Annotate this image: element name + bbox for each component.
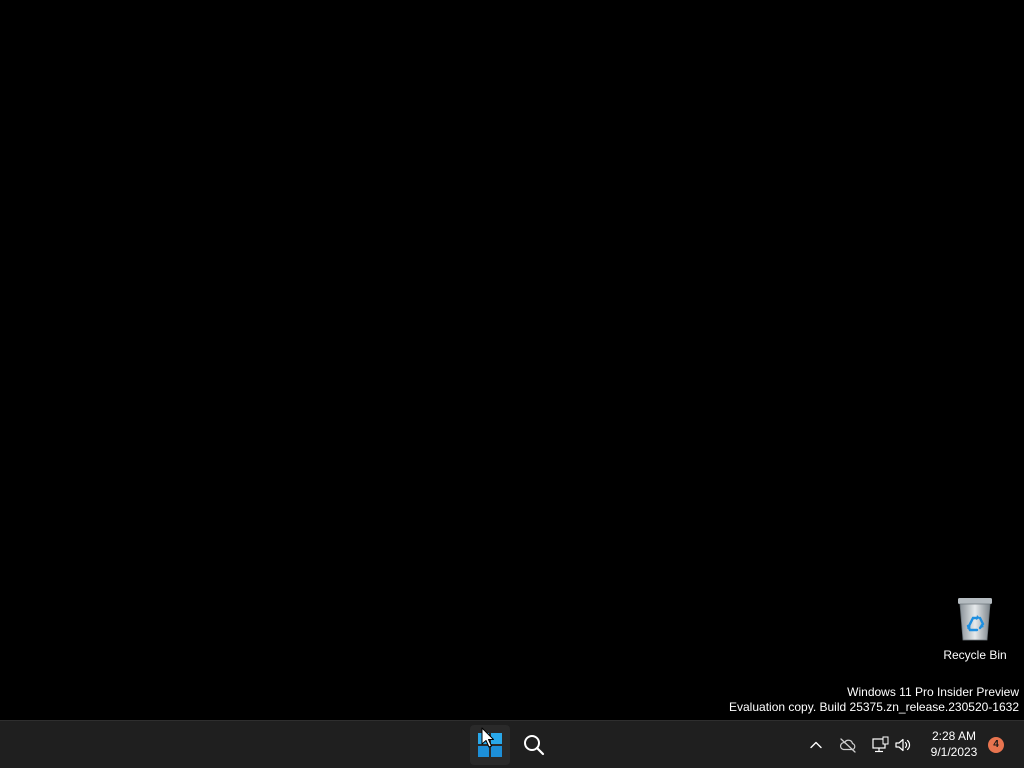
notification-badge[interactable]: 4	[988, 737, 1004, 753]
volume-icon	[895, 738, 911, 752]
chevron-up-icon	[810, 741, 822, 749]
onedrive-status[interactable]	[836, 733, 860, 757]
volume-button[interactable]	[891, 733, 915, 757]
recycle-bin-icon	[958, 598, 992, 641]
search-icon	[524, 735, 545, 756]
clock[interactable]: 2:28 AM 9/1/2023	[922, 728, 986, 760]
recycle-bin-label: Recycle Bin	[943, 648, 1007, 662]
show-hidden-icons-button[interactable]	[804, 733, 828, 757]
watermark-edition: Windows 11 Pro Insider Preview	[847, 685, 1019, 699]
clock-time: 2:28 AM	[931, 729, 977, 743]
network-button[interactable]	[868, 733, 892, 757]
desktop[interactable]: Recycle Bin Windows 11 Pro Insider Previ…	[0, 0, 1024, 720]
search-button[interactable]	[514, 725, 554, 765]
clock-date: 9/1/2023	[930, 745, 978, 759]
cloud-off-icon	[840, 738, 856, 753]
watermark-build: Evaluation copy. Build 25375.zn_release.…	[729, 700, 1019, 714]
start-button[interactable]	[470, 725, 510, 765]
windows-logo-icon	[478, 733, 502, 757]
taskbar: 2:28 AM 9/1/2023 4	[0, 720, 1024, 768]
recycle-bin-shortcut[interactable]: Recycle Bin	[940, 594, 1010, 664]
network-icon	[872, 736, 889, 753]
evaluation-watermark: Windows 11 Pro Insider Preview Evaluatio…	[729, 685, 1019, 715]
